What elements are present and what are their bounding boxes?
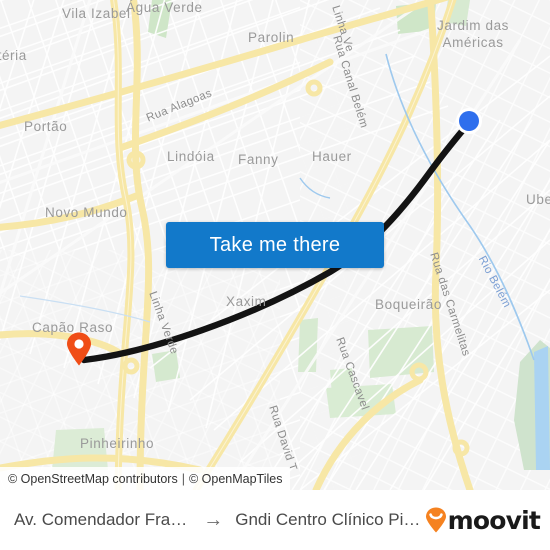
moovit-logo[interactable]: moovit xyxy=(425,505,541,535)
origin-marker[interactable] xyxy=(66,332,92,366)
pin-marker-icon xyxy=(67,332,91,366)
map-attribution: © OpenStreetMap contributors | © OpenMap… xyxy=(0,467,291,490)
map-screen: Vila Izabel Água Verde Parolin itéria Po… xyxy=(0,0,550,550)
destination-marker[interactable] xyxy=(455,107,483,135)
map-canvas[interactable]: Vila Izabel Água Verde Parolin itéria Po… xyxy=(0,0,550,490)
take-me-there-button[interactable]: Take me there xyxy=(166,222,384,268)
attribution-separator: | xyxy=(181,471,185,486)
moovit-wordmark: moovit xyxy=(447,505,541,535)
attribution-osm[interactable]: © OpenStreetMap contributors xyxy=(8,472,178,486)
trip-origin-label[interactable]: Av. Comendador Franc... xyxy=(14,510,191,530)
arrow-right-icon: → xyxy=(203,509,224,531)
circle-marker-icon xyxy=(456,108,482,134)
moovit-pin-smile-icon xyxy=(425,507,446,533)
trip-destination-label[interactable]: Gndi Centro Clínico Pinh... xyxy=(235,510,424,530)
attribution-tiles[interactable]: © OpenMapTiles xyxy=(189,472,283,486)
trip-footer: Av. Comendador Franc... → Gndi Centro Cl… xyxy=(0,490,550,550)
